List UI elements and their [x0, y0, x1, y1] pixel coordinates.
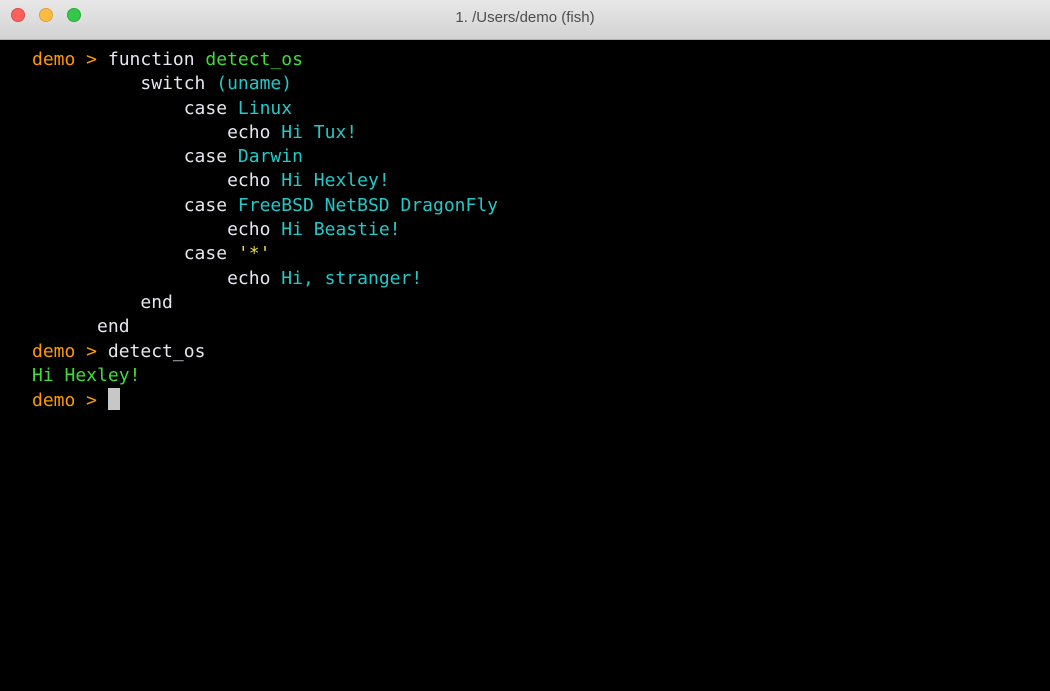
terminal-line: echo Hi Beastie! — [32, 218, 1050, 242]
keyword: echo — [227, 219, 271, 241]
terminal-line: echo Hi Tux! — [32, 121, 1050, 145]
terminal-line: end — [32, 291, 1050, 315]
keyword: function — [107, 49, 195, 70]
keyword: echo — [227, 170, 271, 192]
terminal-line: demo > function detect_os — [32, 48, 1050, 72]
argument: Linux — [237, 97, 293, 119]
argument: FreeBSD NetBSD DragonFly — [237, 194, 499, 216]
argument: Hi, stranger! — [281, 267, 423, 289]
keyword: case — [183, 243, 228, 265]
keyword: echo — [227, 267, 271, 289]
argument: Hi Tux! — [281, 121, 358, 143]
terminal-line: case '*' — [32, 242, 1050, 266]
terminal-line: echo Hi Hexley! — [32, 169, 1050, 193]
terminal-line: case Linux — [32, 97, 1050, 121]
terminal-line: end — [32, 315, 1050, 339]
command: detect_os — [107, 340, 206, 362]
command-output: Hi Hexley! — [32, 364, 141, 386]
terminal-line: echo Hi, stranger! — [32, 267, 1050, 291]
prompt: demo > — [32, 340, 98, 362]
argument: Hi Beastie! — [281, 219, 401, 241]
terminal-line: Hi Hexley! — [32, 364, 1050, 388]
terminal-output-area[interactable]: demo > function detect_os switch (uname)… — [0, 40, 1050, 691]
keyword: end — [97, 316, 130, 338]
argument: Hi Hexley! — [281, 170, 390, 192]
terminal-window: 1. /Users/demo (fish) demo > function de… — [0, 0, 1050, 691]
keyword: case — [183, 146, 228, 168]
function-name: detect_os — [205, 49, 303, 70]
text-cursor[interactable] — [107, 388, 120, 411]
prompt: demo > — [32, 390, 98, 412]
argument: Darwin — [237, 146, 303, 168]
prompt: demo > — [32, 49, 98, 70]
window-title: 1. /Users/demo (fish) — [455, 9, 595, 26]
terminal-line: demo > — [32, 388, 1050, 412]
keyword: switch — [140, 73, 206, 95]
keyword: case — [183, 97, 228, 119]
terminal-line: case FreeBSD NetBSD DragonFly — [32, 194, 1050, 218]
keyword: case — [183, 194, 228, 216]
quoted-string: '*' — [237, 243, 271, 265]
keyword: echo — [227, 121, 271, 143]
terminal-line: switch (uname) — [32, 72, 1050, 96]
keyword: end — [140, 291, 173, 313]
title-bar[interactable]: 1. /Users/demo (fish) — [0, 0, 1050, 40]
argument: (uname) — [216, 73, 293, 95]
terminal-line: demo > detect_os — [32, 340, 1050, 364]
terminal-line: case Darwin — [32, 145, 1050, 169]
